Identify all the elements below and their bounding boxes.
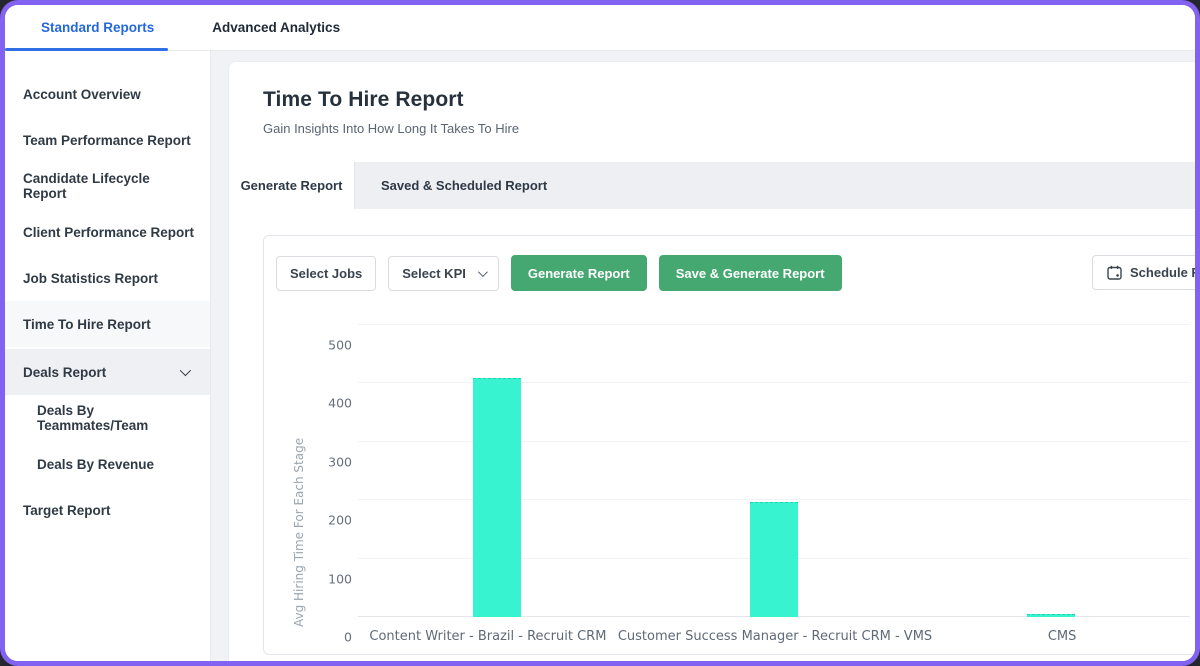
save-generate-report-button[interactable]: Save & Generate Report xyxy=(659,255,842,291)
tab-advanced-analytics[interactable]: Advanced Analytics xyxy=(212,20,340,35)
tab-generate-report[interactable]: Generate Report xyxy=(229,162,355,209)
content-area: Time To Hire Report Gain Insights Into H… xyxy=(211,51,1195,661)
schedule-report-button[interactable]: Schedule Report xyxy=(1092,255,1195,290)
time-to-hire-chart: Avg Hiring Time For Each Stage 0 100 200 30… xyxy=(276,325,1192,644)
y-tick-label: 400 xyxy=(328,396,352,411)
select-kpi-dropdown[interactable]: Select KPI xyxy=(388,256,499,291)
y-axis-title: Avg Hiring Time For Each Stage xyxy=(292,335,306,627)
chart-bar[interactable] xyxy=(1027,614,1075,617)
report-tabstrip: Generate Report Saved & Scheduled Report xyxy=(229,162,1195,209)
sidebar-item-deals-report[interactable]: Deals Report xyxy=(5,349,210,395)
chart-bar[interactable] xyxy=(473,378,521,617)
sidebar-item-target-report[interactable]: Target Report xyxy=(5,487,210,533)
category-label: Customer Success Manager - Recruit CRM -… xyxy=(618,629,932,644)
sidebar-item-label: Deals Report xyxy=(23,365,106,380)
chart-bar[interactable] xyxy=(750,502,798,617)
y-tick-label: 500 xyxy=(328,338,352,353)
y-axis-ticks: 0100200300400500 xyxy=(310,335,352,627)
report-toolbar: Select Jobs Select KPI Generate Report S… xyxy=(276,255,1192,291)
chevron-down-icon xyxy=(180,365,191,376)
chart-category xyxy=(358,325,635,617)
report-panel: Select Jobs Select KPI Generate Report S… xyxy=(263,235,1195,655)
tab-saved-scheduled-report[interactable]: Saved & Scheduled Report xyxy=(355,162,573,209)
report-header: Time To Hire Report Gain Insights Into H… xyxy=(229,62,1195,136)
sidebar-item-time-to-hire[interactable]: Time To Hire Report xyxy=(5,301,210,347)
y-tick-label: 200 xyxy=(328,513,352,528)
chart-category xyxy=(635,325,912,617)
y-tick-label: 100 xyxy=(328,571,352,586)
generate-report-button[interactable]: Generate Report xyxy=(511,255,647,291)
active-tab-indicator xyxy=(5,48,168,51)
tab-standard-reports[interactable]: Standard Reports xyxy=(41,20,154,35)
plot-area xyxy=(358,325,1190,617)
sidebar-item-client-performance[interactable]: Client Performance Report xyxy=(5,209,210,255)
y-tick-label: 300 xyxy=(328,454,352,469)
sidebar-item-candidate-lifecycle[interactable]: Candidate Lifecycle Report xyxy=(5,163,210,209)
category-label: Content Writer - Brazil - Recruit CRM xyxy=(358,629,618,644)
chevron-down-icon xyxy=(478,267,488,277)
category-label: CMS xyxy=(932,629,1192,644)
calendar-icon xyxy=(1107,265,1122,280)
page-title: Time To Hire Report xyxy=(263,88,1195,112)
app-window: Standard Reports Advanced Analytics Acco… xyxy=(0,0,1200,666)
sidebar-item-job-statistics[interactable]: Job Statistics Report xyxy=(5,255,210,301)
category-labels: Content Writer - Brazil - Recruit CRMCus… xyxy=(358,629,1192,644)
sidebar-item-deals-by-revenue[interactable]: Deals By Revenue xyxy=(5,441,210,487)
reports-sidebar: Account Overview Team Performance Report… xyxy=(5,51,211,661)
bars-row xyxy=(358,325,1190,617)
sidebar-item-deals-by-teammates[interactable]: Deals By Teammates/Team xyxy=(5,395,210,441)
sidebar-item-account-overview[interactable]: Account Overview xyxy=(5,71,210,117)
report-card: Time To Hire Report Gain Insights Into H… xyxy=(228,61,1195,661)
select-jobs-button[interactable]: Select Jobs xyxy=(276,256,376,291)
schedule-report-label: Schedule Report xyxy=(1130,265,1195,280)
y-tick-label: 0 xyxy=(344,630,352,645)
chart-category xyxy=(913,325,1190,617)
page-subtitle: Gain Insights Into How Long It Takes To … xyxy=(263,121,1195,136)
select-kpi-label: Select KPI xyxy=(402,266,466,281)
top-tab-bar: Standard Reports Advanced Analytics xyxy=(5,5,1195,51)
sidebar-item-team-performance[interactable]: Team Performance Report xyxy=(5,117,210,163)
